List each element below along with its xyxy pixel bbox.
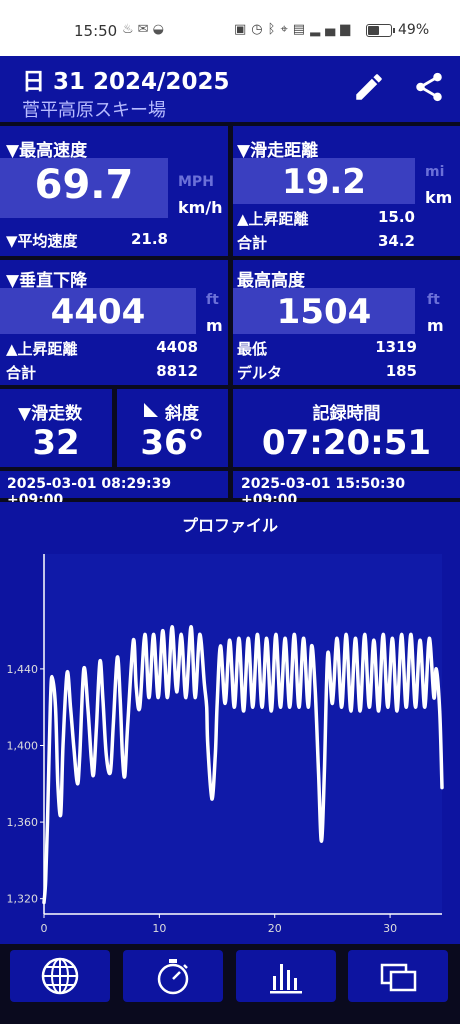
- max-altitude-unit-alt[interactable]: ft: [427, 292, 440, 308]
- slope-value: 36°: [140, 423, 205, 463]
- share-icon[interactable]: [412, 70, 446, 104]
- location-icon: ⌖: [280, 22, 293, 37]
- signal-icon: ▂▄▆: [310, 22, 356, 37]
- min-altitude-value: 1319: [375, 338, 417, 356]
- x-tick-label: 0: [41, 922, 48, 935]
- vertical-descent-unit[interactable]: m: [206, 316, 223, 335]
- ski-ascent-value: 15.0: [377, 208, 415, 226]
- vertical-descent-box: 4404: [0, 288, 196, 334]
- ski-total-value: 34.2: [377, 232, 415, 250]
- vertical-descent-value: 4404: [50, 292, 146, 332]
- alarm-icon: ◷: [251, 22, 268, 37]
- y-tick-label: 1,360: [7, 816, 39, 829]
- max-speed-value: 69.7: [34, 162, 134, 208]
- battery-percent: 49%: [398, 22, 430, 38]
- y-tick-label: 1,440: [7, 663, 39, 676]
- status-time: 15:50: [74, 22, 118, 40]
- nav-runs-button[interactable]: [348, 950, 448, 1002]
- vertical-ascent-label: ▲上昇距離: [6, 340, 78, 358]
- globe-icon: [41, 957, 79, 995]
- stopwatch-icon: [157, 959, 189, 995]
- max-speed-box: 69.7: [0, 158, 168, 218]
- app-header: 日 31 2024/2025 菅平高原スキー場: [0, 56, 460, 122]
- vertical-descent-tile[interactable]: ▼垂直下降 4404 ft m ▲上昇距離 4408 合計 8812: [0, 260, 228, 385]
- profile-chart-panel[interactable]: プロファイル 1,320 1,360 1,400 1,440 0 10 20 30: [0, 502, 460, 944]
- profile-chart[interactable]: 1,320 1,360 1,400 1,440 0 10 20 30: [0, 502, 460, 944]
- max-speed-unit[interactable]: km/h: [178, 198, 223, 217]
- y-tick-label: 1,320: [7, 893, 39, 906]
- avg-speed-value: 21.8: [130, 230, 168, 248]
- ski-total-label: 合計: [237, 234, 268, 252]
- record-time-tile[interactable]: 記録時間 07:20:51: [233, 389, 460, 467]
- y-tick-label: 1,400: [7, 739, 39, 752]
- start-time-tile: 2025-03-01 08:29:39 +09:00: [0, 471, 228, 508]
- slope-label: 斜度: [165, 404, 199, 424]
- max-speed-unit-alt[interactable]: MPH: [178, 174, 214, 190]
- record-time-value: 07:20:51: [261, 423, 432, 463]
- ski-ascent-label: ▲上昇距離: [237, 210, 309, 228]
- delta-altitude-label: デルタ: [237, 364, 283, 382]
- record-time-label: 記録時間: [312, 404, 381, 424]
- runs-label: ▼滑走数: [18, 404, 83, 424]
- edit-icon[interactable]: [352, 70, 386, 104]
- battery-icon: [366, 24, 395, 37]
- status-bar: 15:50 ♨✉◒ ▣◷ᛒ⌖▤▂▄▆ 49%: [0, 0, 460, 56]
- mail-icon: ✉: [137, 22, 153, 37]
- ski-distance-box: 19.2: [233, 158, 415, 204]
- max-altitude-box: 1504: [233, 288, 415, 334]
- resort-name: 菅平高原スキー場: [22, 100, 166, 121]
- max-altitude-tile[interactable]: 最高高度 1504 ft m 最低 1319 デルタ 185: [233, 260, 460, 385]
- vertical-descent-unit-alt[interactable]: ft: [206, 292, 219, 308]
- nav-stats-button[interactable]: [236, 950, 336, 1002]
- system-icons: ▣◷ᛒ⌖▤▂▄▆: [234, 22, 355, 37]
- nav-map-button[interactable]: [10, 950, 110, 1002]
- max-altitude-value: 1504: [276, 292, 372, 332]
- page-title: 日 31 2024/2025: [22, 69, 230, 95]
- runs-tile[interactable]: ▼滑走数 32: [0, 389, 112, 467]
- notification-icon: ♨: [122, 22, 138, 37]
- max-altitude-unit[interactable]: m: [427, 316, 444, 335]
- app-icon: ◒: [152, 22, 168, 37]
- notification-icons: ♨✉◒: [122, 22, 168, 37]
- vertical-total-value: 8812: [156, 362, 198, 380]
- vertical-total-label: 合計: [6, 364, 37, 382]
- avg-speed-label: ▼平均速度: [6, 232, 78, 250]
- nfc-icon: ▣: [234, 22, 252, 37]
- max-speed-tile[interactable]: ▼最高速度 69.7 MPH km/h ▼平均速度 21.8: [0, 126, 228, 256]
- x-tick-label: 30: [383, 922, 397, 935]
- nav-timer-button[interactable]: [123, 950, 223, 1002]
- min-altitude-label: 最低: [237, 340, 268, 358]
- delta-altitude-value: 185: [385, 362, 417, 380]
- x-tick-label: 20: [268, 922, 282, 935]
- ski-distance-unit[interactable]: km: [425, 188, 452, 207]
- bottom-nav: [0, 944, 460, 1024]
- end-time-tile: 2025-03-01 15:50:30 +09:00: [233, 471, 460, 508]
- ski-distance-tile[interactable]: ▼滑走距離 19.2 mi km ▲上昇距離 15.0 合計 34.2: [233, 126, 460, 256]
- slope-icon: [144, 403, 158, 417]
- ski-distance-unit-alt[interactable]: mi: [425, 164, 444, 180]
- volte-icon: ▤: [292, 22, 311, 37]
- vertical-ascent-value: 4408: [156, 338, 198, 356]
- ski-distance-value: 19.2: [282, 162, 366, 202]
- x-tick-label: 10: [152, 922, 166, 935]
- bluetooth-icon: ᛒ: [267, 22, 281, 37]
- bar-chart-icon: [270, 964, 302, 994]
- runs-value: 32: [32, 423, 80, 463]
- slope-tile[interactable]: 斜度 36°: [117, 389, 228, 467]
- windows-icon: [380, 963, 417, 992]
